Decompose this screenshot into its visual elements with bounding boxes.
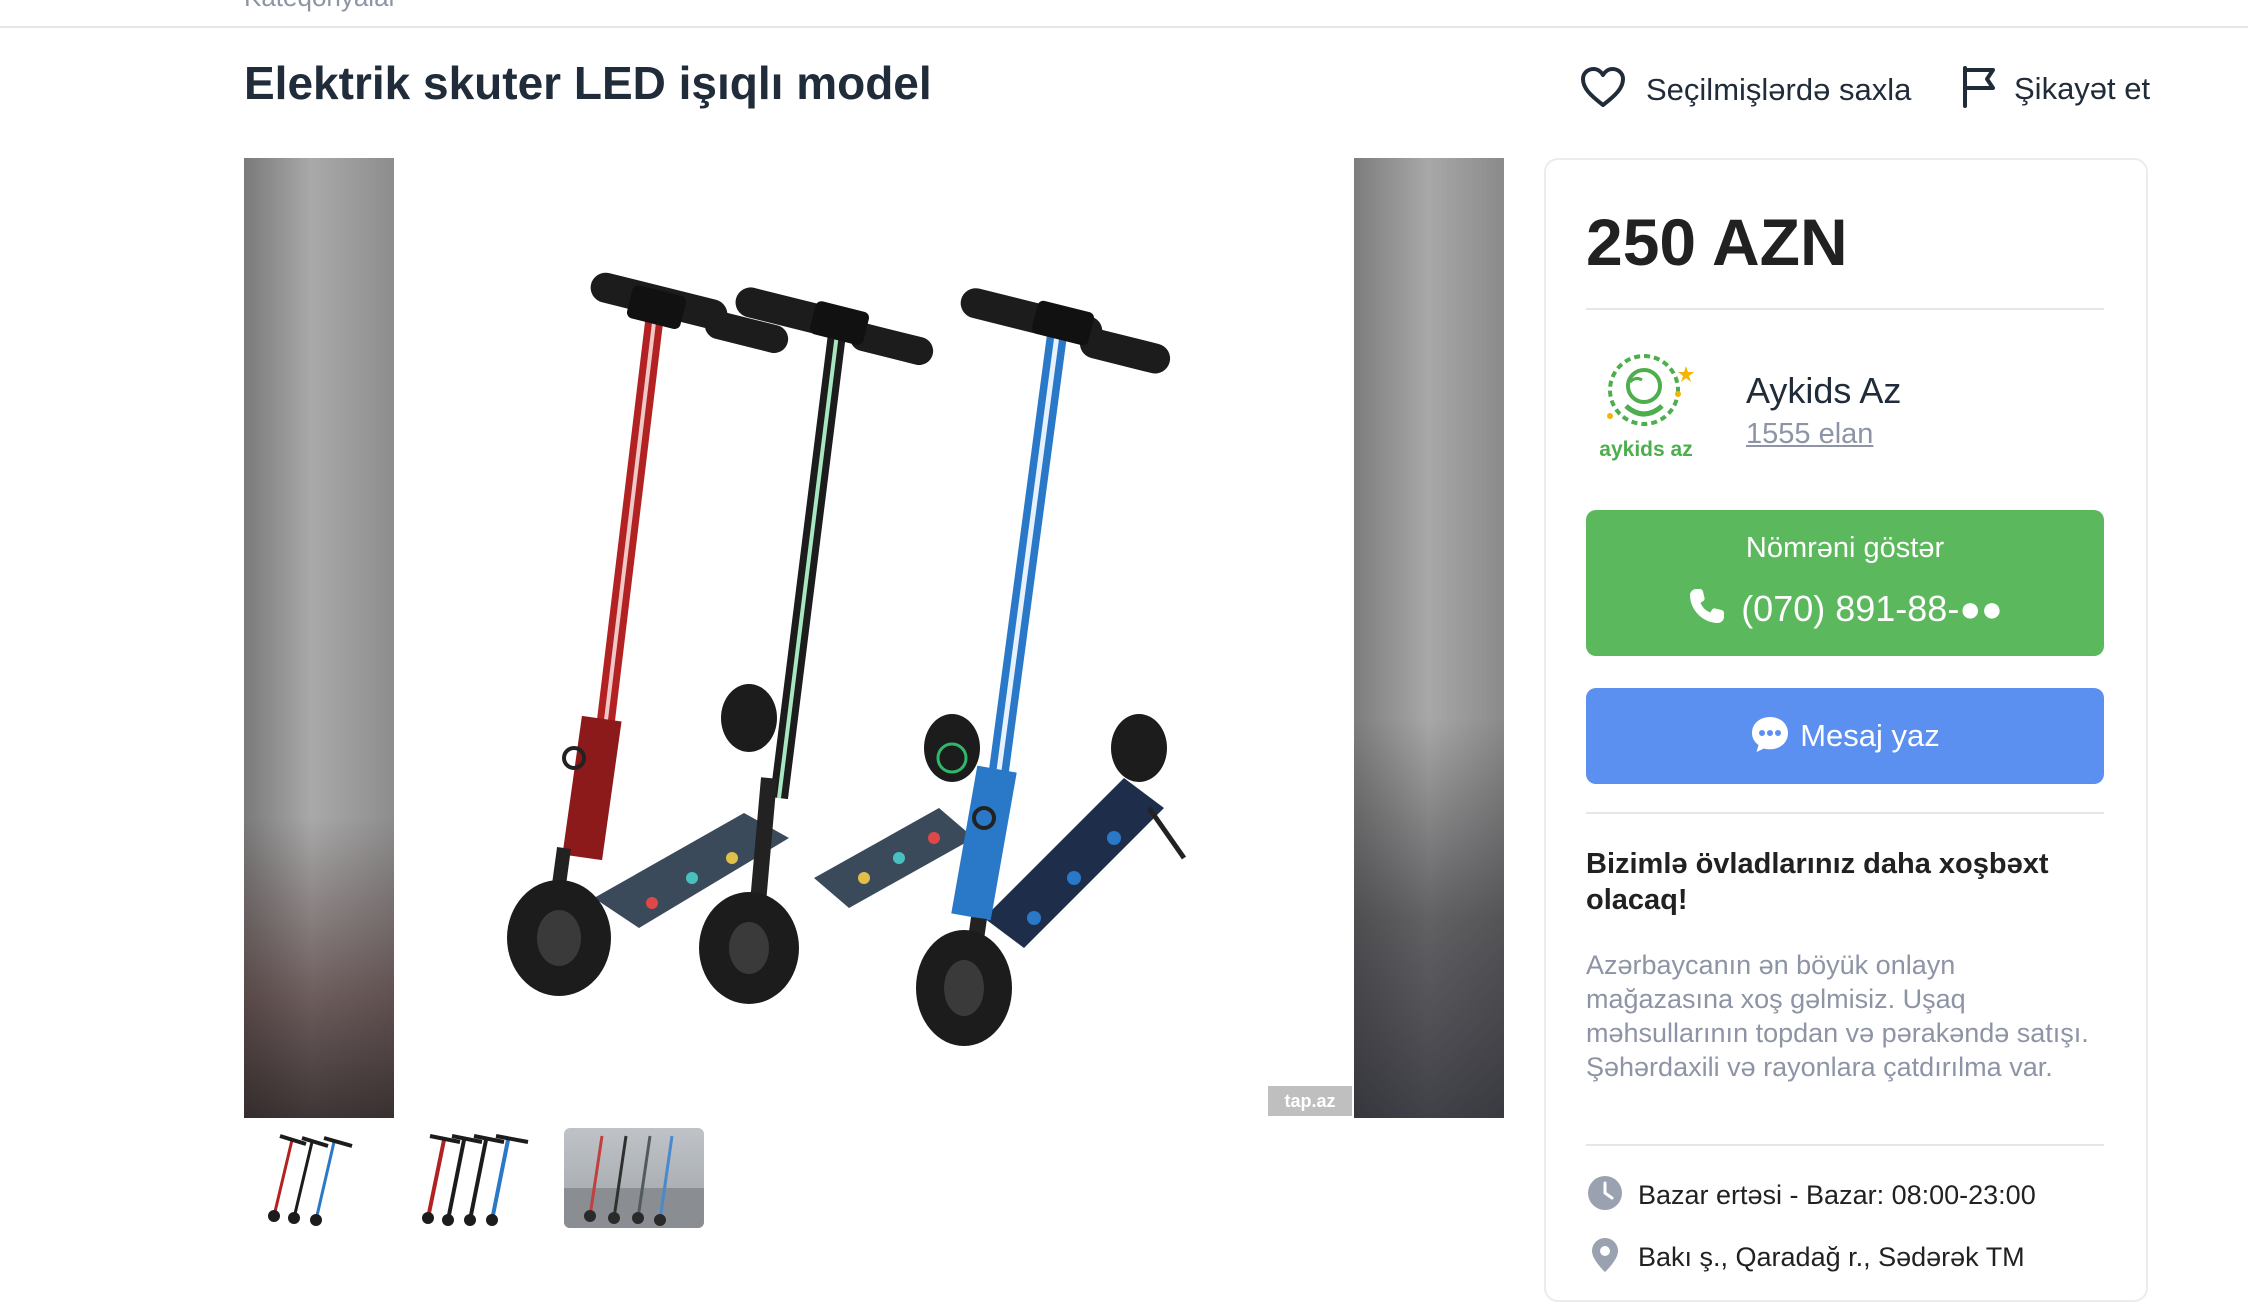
listing-title: Elektrik skuter LED işıqlı model bbox=[244, 57, 932, 109]
masked-phone-number: (070) 891-88-●● bbox=[1741, 587, 2003, 629]
show-phone-button[interactable]: Nömrəni göstər (070) 891-88-●● bbox=[1586, 510, 2104, 656]
shop-logo[interactable]: aykids az bbox=[1586, 346, 1706, 466]
phone-icon bbox=[1687, 586, 1727, 631]
save-to-favorites-button[interactable]: Seçilmişlərdə saxla bbox=[1580, 66, 1911, 113]
phone-number-row: (070) 891-88-●● bbox=[1586, 586, 2104, 631]
shop-name[interactable]: Aykids Az bbox=[1746, 370, 1901, 412]
shop-ads-link[interactable]: 1555 elan bbox=[1746, 418, 1873, 451]
thumbnail-3-image bbox=[564, 1135, 704, 1228]
heart-icon bbox=[1580, 66, 1626, 113]
top-nav-text[interactable]: Kateqoriyalar bbox=[244, 0, 397, 13]
report-button[interactable]: Şikayət et bbox=[1960, 64, 2150, 113]
thumbnail-1-image bbox=[268, 1134, 353, 1226]
shop-address-text: Bakı ş., Qaradağ r., Sədərək TM bbox=[1638, 1242, 2025, 1272]
send-message-button[interactable]: Mesaj yaz bbox=[1586, 688, 2104, 784]
divider bbox=[1586, 812, 2104, 814]
thumbnail-2[interactable] bbox=[404, 1128, 544, 1228]
price: 250 AZN bbox=[1586, 205, 1848, 279]
top-navigation-bar: Kateqoriyalar bbox=[0, 0, 2248, 28]
scooters-illustration bbox=[507, 272, 1187, 1046]
seller-panel: 250 AZN aykids az Aykids Az 1555 elan Nö… bbox=[1544, 158, 2148, 1302]
next-image-preview[interactable] bbox=[1354, 158, 1504, 1118]
thumbnail-2-image bbox=[422, 1134, 529, 1226]
send-message-label: Mesaj yaz bbox=[1800, 718, 1940, 753]
report-label: Şikayət et bbox=[2014, 70, 2151, 106]
thumbnail-1[interactable] bbox=[244, 1128, 384, 1228]
red-scooter bbox=[507, 272, 789, 996]
previous-image-preview[interactable] bbox=[244, 158, 394, 1118]
blue-scooter bbox=[916, 288, 1187, 1046]
shop-address: Bakı ş., Qaradağ r., Sədərək TM bbox=[1586, 1236, 2025, 1279]
save-to-favorites-label: Seçilmişlərdə saxla bbox=[1646, 71, 1912, 107]
shop-logo-text: aykids az bbox=[1599, 438, 1693, 461]
clock-icon bbox=[1586, 1174, 1624, 1217]
flag-icon bbox=[1960, 64, 2000, 113]
location-pin-icon bbox=[1586, 1236, 1624, 1279]
main-product-image[interactable] bbox=[394, 158, 1354, 1118]
green-scooter bbox=[699, 287, 980, 1004]
show-phone-label: Nömrəni göstər bbox=[1745, 532, 1945, 564]
divider bbox=[1586, 1144, 2104, 1146]
image-gallery[interactable]: tap.az bbox=[244, 158, 1504, 1118]
watermark: tap.az bbox=[1268, 1086, 1352, 1116]
shop-description: Azərbaycanın ən böyük onlayn mağazasına … bbox=[1586, 950, 2089, 1082]
working-hours: Bazar ertəsi - Bazar: 08:00-23:00 bbox=[1586, 1174, 2036, 1217]
working-hours-text: Bazar ertəsi - Bazar: 08:00-23:00 bbox=[1638, 1180, 2036, 1210]
thumbnail-3[interactable] bbox=[564, 1128, 704, 1228]
thumbnail-strip bbox=[244, 1128, 704, 1228]
shop-slogan: Bizimlə övladlarınız daha xoşbəxt olacaq… bbox=[1586, 848, 2049, 916]
chat-bubble-icon bbox=[1750, 714, 1790, 759]
divider bbox=[1586, 308, 2104, 310]
